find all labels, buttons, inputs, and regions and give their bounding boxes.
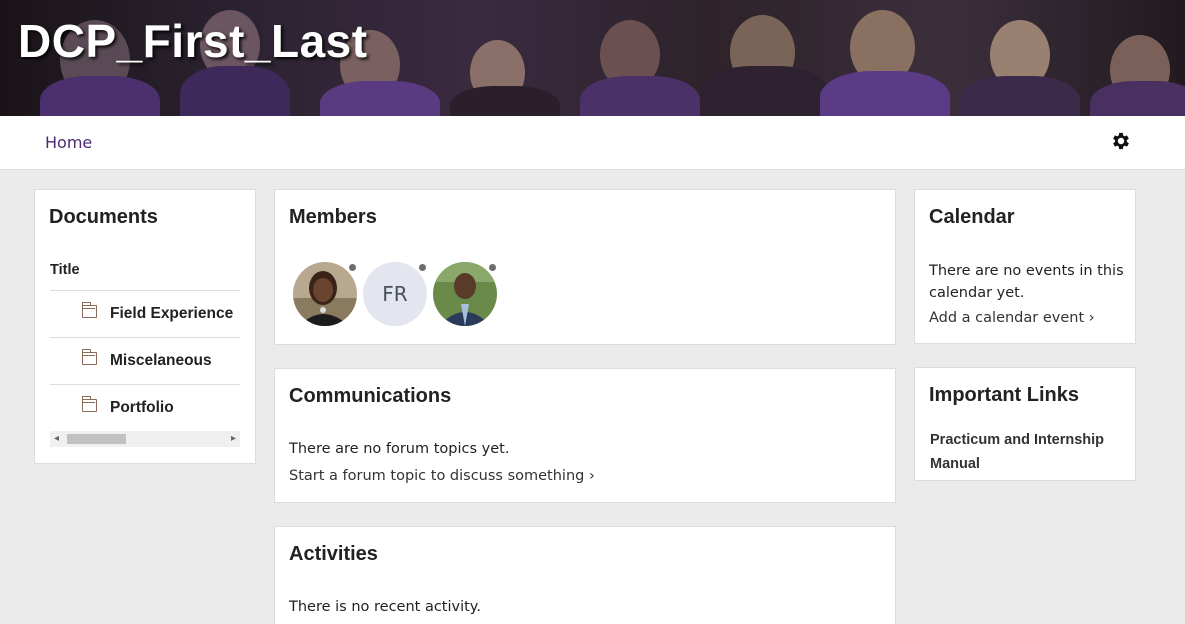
activities-widget: Activities There is no recent activity. [274,526,896,624]
important-links-widget: Important Links Practicum and Internship… [914,367,1136,481]
member-avatar[interactable] [433,262,497,326]
scroll-left-arrow-icon[interactable]: ◂ [54,433,59,445]
folder-label[interactable]: Miscelaneous [110,352,212,370]
document-folder-row[interactable]: Field Experience [50,291,240,337]
avatar-initials: FR [382,282,408,306]
calendar-empty-text: There are no events in this calendar yet… [929,263,1124,301]
members-widget: Members FR [274,189,896,345]
presence-dot [488,263,497,272]
activities-title: Activities [289,543,378,565]
start-forum-topic-link[interactable]: Start a forum topic to discuss something… [289,468,595,484]
members-title: Members [289,206,377,228]
document-folder-row[interactable]: Portfolio [50,385,240,431]
important-links-title: Important Links [929,384,1080,406]
nav-home-link[interactable]: Home [45,133,92,152]
member-avatar[interactable]: FR [363,262,427,326]
communications-widget: Communications There are no forum topics… [274,368,896,503]
folder-icon [81,302,97,318]
folder-label[interactable]: Portfolio [110,399,174,417]
communications-title: Communications [289,385,452,407]
course-navbar: Home [0,116,1185,170]
folder-label[interactable]: Field Experience [110,305,233,323]
folder-icon [81,396,97,412]
calendar-widget: Calendar There are no events in this cal… [914,189,1136,344]
document-folder-row[interactable]: Miscelaneous [50,338,240,384]
documents-column-header: Title [50,262,80,278]
gear-icon[interactable] [1110,130,1132,152]
member-photo [433,262,497,326]
communications-empty-text: There are no forum topics yet. [289,441,510,457]
folder-icon [81,349,97,365]
calendar-title: Calendar [929,206,1015,228]
scrollbar-thumb[interactable] [67,434,126,444]
add-calendar-event-link[interactable]: Add a calendar event › [929,310,1095,326]
member-avatar[interactable] [293,262,357,326]
scroll-right-arrow-icon[interactable]: ▸ [231,433,236,445]
header-banner: DCP_First_Last [0,0,1185,116]
documents-widget: Documents Title Field Experience Miscela… [34,189,256,464]
horizontal-scrollbar[interactable]: ◂ ▸ [50,431,240,447]
course-title: DCP_First_Last [18,15,368,67]
practicum-manual-link[interactable]: Practicum and Internship Manual [930,428,1125,476]
member-photo [293,262,357,326]
documents-title: Documents [49,206,158,228]
presence-dot [348,263,357,272]
presence-dot [418,263,427,272]
activities-empty-text: There is no recent activity. [289,599,481,615]
